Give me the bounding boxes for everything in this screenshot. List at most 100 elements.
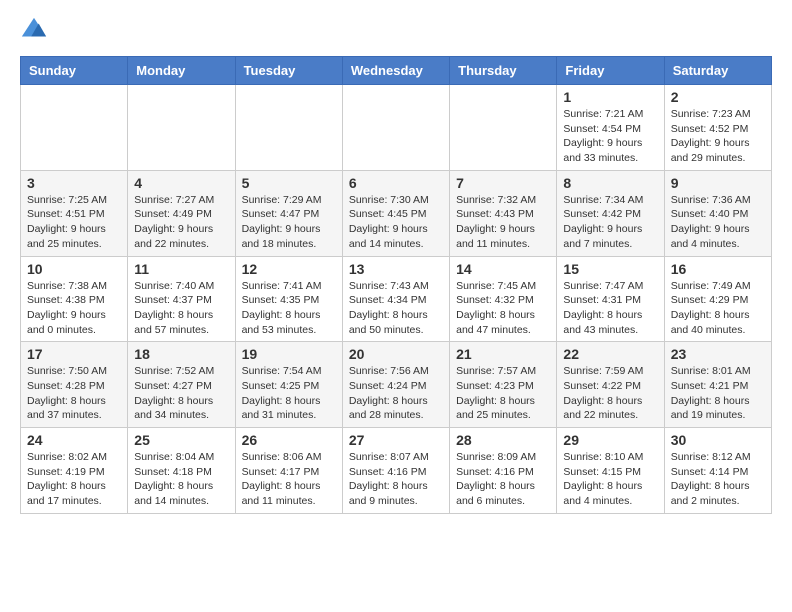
day-info: Sunrise: 7:49 AM Sunset: 4:29 PM Dayligh… — [671, 279, 765, 338]
weekday-header-friday: Friday — [557, 57, 664, 85]
day-info: Sunrise: 8:10 AM Sunset: 4:15 PM Dayligh… — [563, 450, 657, 509]
day-number: 9 — [671, 175, 765, 191]
day-number: 21 — [456, 346, 550, 362]
day-number: 1 — [563, 89, 657, 105]
calendar-cell — [21, 85, 128, 171]
calendar-cell: 20 Sunrise: 7:56 AM Sunset: 4:24 PM Dayli… — [342, 342, 449, 428]
logo — [20, 16, 50, 44]
day-number: 12 — [242, 261, 336, 277]
weekday-header-tuesday: Tuesday — [235, 57, 342, 85]
page-header — [20, 16, 772, 44]
calendar-cell: 22 Sunrise: 7:59 AM Sunset: 4:22 PM Dayli… — [557, 342, 664, 428]
calendar-cell: 18 Sunrise: 7:52 AM Sunset: 4:27 PM Dayli… — [128, 342, 235, 428]
day-number: 14 — [456, 261, 550, 277]
weekday-header-monday: Monday — [128, 57, 235, 85]
calendar-cell: 5 Sunrise: 7:29 AM Sunset: 4:47 PM Daylig… — [235, 170, 342, 256]
day-number: 25 — [134, 432, 228, 448]
calendar-cell — [128, 85, 235, 171]
weekday-header-thursday: Thursday — [450, 57, 557, 85]
day-number: 28 — [456, 432, 550, 448]
calendar-cell: 11 Sunrise: 7:40 AM Sunset: 4:37 PM Dayli… — [128, 256, 235, 342]
calendar-cell — [235, 85, 342, 171]
day-number: 4 — [134, 175, 228, 191]
calendar-cell: 24Sunrise: 8:02 AM Sunset: 4:19 PM Dayli… — [21, 428, 128, 514]
day-info: Sunrise: 7:32 AM Sunset: 4:43 PM Dayligh… — [456, 193, 550, 252]
day-info: Sunrise: 7:56 AM Sunset: 4:24 PM Dayligh… — [349, 364, 443, 423]
day-number: 5 — [242, 175, 336, 191]
calendar-cell: 27 Sunrise: 8:07 AM Sunset: 4:16 PM Dayli… — [342, 428, 449, 514]
day-info: Sunrise: 8:09 AM Sunset: 4:16 PM Dayligh… — [456, 450, 550, 509]
calendar-cell: 7Sunrise: 7:32 AM Sunset: 4:43 PM Daylig… — [450, 170, 557, 256]
day-number: 26 — [242, 432, 336, 448]
day-number: 8 — [563, 175, 657, 191]
calendar-cell: 2 Sunrise: 7:23 AM Sunset: 4:52 PM Daylig… — [664, 85, 771, 171]
day-number: 27 — [349, 432, 443, 448]
calendar-cell: 8 Sunrise: 7:34 AM Sunset: 4:42 PM Daylig… — [557, 170, 664, 256]
calendar-table: SundayMondayTuesdayWednesdayThursdayFrid… — [20, 56, 772, 514]
day-info: Sunrise: 8:01 AM Sunset: 4:21 PM Dayligh… — [671, 364, 765, 423]
day-info: Sunrise: 7:41 AM Sunset: 4:35 PM Dayligh… — [242, 279, 336, 338]
calendar-cell: 23 Sunrise: 8:01 AM Sunset: 4:21 PM Dayli… — [664, 342, 771, 428]
calendar-cell: 4Sunrise: 7:27 AM Sunset: 4:49 PM Daylig… — [128, 170, 235, 256]
day-info: Sunrise: 7:47 AM Sunset: 4:31 PM Dayligh… — [563, 279, 657, 338]
day-number: 20 — [349, 346, 443, 362]
week-row-5: 24Sunrise: 8:02 AM Sunset: 4:19 PM Dayli… — [21, 428, 772, 514]
calendar-cell — [342, 85, 449, 171]
day-info: Sunrise: 7:34 AM Sunset: 4:42 PM Dayligh… — [563, 193, 657, 252]
calendar-cell: 1 Sunrise: 7:21 AM Sunset: 4:54 PM Daylig… — [557, 85, 664, 171]
calendar-cell: 10 Sunrise: 7:38 AM Sunset: 4:38 PM Dayli… — [21, 256, 128, 342]
calendar-cell: 3Sunrise: 7:25 AM Sunset: 4:51 PM Daylig… — [21, 170, 128, 256]
day-info: Sunrise: 8:07 AM Sunset: 4:16 PM Dayligh… — [349, 450, 443, 509]
day-info: Sunrise: 7:43 AM Sunset: 4:34 PM Dayligh… — [349, 279, 443, 338]
day-info: Sunrise: 7:30 AM Sunset: 4:45 PM Dayligh… — [349, 193, 443, 252]
day-number: 16 — [671, 261, 765, 277]
calendar-cell: 15 Sunrise: 7:47 AM Sunset: 4:31 PM Dayli… — [557, 256, 664, 342]
day-number: 24 — [27, 432, 121, 448]
calendar-cell — [450, 85, 557, 171]
day-info: Sunrise: 7:59 AM Sunset: 4:22 PM Dayligh… — [563, 364, 657, 423]
day-info: Sunrise: 7:40 AM Sunset: 4:37 PM Dayligh… — [134, 279, 228, 338]
day-info: Sunrise: 7:57 AM Sunset: 4:23 PM Dayligh… — [456, 364, 550, 423]
calendar-cell: 16 Sunrise: 7:49 AM Sunset: 4:29 PM Dayli… — [664, 256, 771, 342]
day-number: 15 — [563, 261, 657, 277]
day-info: Sunrise: 7:38 AM Sunset: 4:38 PM Dayligh… — [27, 279, 121, 338]
day-number: 11 — [134, 261, 228, 277]
day-number: 18 — [134, 346, 228, 362]
day-number: 22 — [563, 346, 657, 362]
calendar-cell: 12 Sunrise: 7:41 AM Sunset: 4:35 PM Dayli… — [235, 256, 342, 342]
calendar-cell: 19Sunrise: 7:54 AM Sunset: 4:25 PM Dayli… — [235, 342, 342, 428]
day-info: Sunrise: 7:29 AM Sunset: 4:47 PM Dayligh… — [242, 193, 336, 252]
calendar-cell: 26Sunrise: 8:06 AM Sunset: 4:17 PM Dayli… — [235, 428, 342, 514]
day-info: Sunrise: 7:54 AM Sunset: 4:25 PM Dayligh… — [242, 364, 336, 423]
calendar-cell: 28 Sunrise: 8:09 AM Sunset: 4:16 PM Dayli… — [450, 428, 557, 514]
day-info: Sunrise: 7:36 AM Sunset: 4:40 PM Dayligh… — [671, 193, 765, 252]
day-number: 23 — [671, 346, 765, 362]
day-info: Sunrise: 7:23 AM Sunset: 4:52 PM Dayligh… — [671, 107, 765, 166]
day-info: Sunrise: 7:45 AM Sunset: 4:32 PM Dayligh… — [456, 279, 550, 338]
weekday-header-sunday: Sunday — [21, 57, 128, 85]
calendar-header-row: SundayMondayTuesdayWednesdayThursdayFrid… — [21, 57, 772, 85]
day-number: 3 — [27, 175, 121, 191]
calendar-cell: 9 Sunrise: 7:36 AM Sunset: 4:40 PM Daylig… — [664, 170, 771, 256]
calendar-cell: 30Sunrise: 8:12 AM Sunset: 4:14 PM Dayli… — [664, 428, 771, 514]
day-number: 29 — [563, 432, 657, 448]
day-info: Sunrise: 7:50 AM Sunset: 4:28 PM Dayligh… — [27, 364, 121, 423]
day-number: 2 — [671, 89, 765, 105]
calendar-cell: 17 Sunrise: 7:50 AM Sunset: 4:28 PM Dayli… — [21, 342, 128, 428]
day-number: 10 — [27, 261, 121, 277]
day-number: 13 — [349, 261, 443, 277]
day-number: 6 — [349, 175, 443, 191]
calendar-cell: 6 Sunrise: 7:30 AM Sunset: 4:45 PM Daylig… — [342, 170, 449, 256]
week-row-3: 10 Sunrise: 7:38 AM Sunset: 4:38 PM Dayli… — [21, 256, 772, 342]
calendar-cell: 13 Sunrise: 7:43 AM Sunset: 4:34 PM Dayli… — [342, 256, 449, 342]
day-number: 17 — [27, 346, 121, 362]
weekday-header-wednesday: Wednesday — [342, 57, 449, 85]
day-info: Sunrise: 8:04 AM Sunset: 4:18 PM Dayligh… — [134, 450, 228, 509]
calendar-cell: 14 Sunrise: 7:45 AM Sunset: 4:32 PM Dayli… — [450, 256, 557, 342]
week-row-2: 3Sunrise: 7:25 AM Sunset: 4:51 PM Daylig… — [21, 170, 772, 256]
day-number: 30 — [671, 432, 765, 448]
weekday-header-saturday: Saturday — [664, 57, 771, 85]
calendar-cell: 29 Sunrise: 8:10 AM Sunset: 4:15 PM Dayli… — [557, 428, 664, 514]
day-info: Sunrise: 7:21 AM Sunset: 4:54 PM Dayligh… — [563, 107, 657, 166]
day-info: Sunrise: 7:52 AM Sunset: 4:27 PM Dayligh… — [134, 364, 228, 423]
